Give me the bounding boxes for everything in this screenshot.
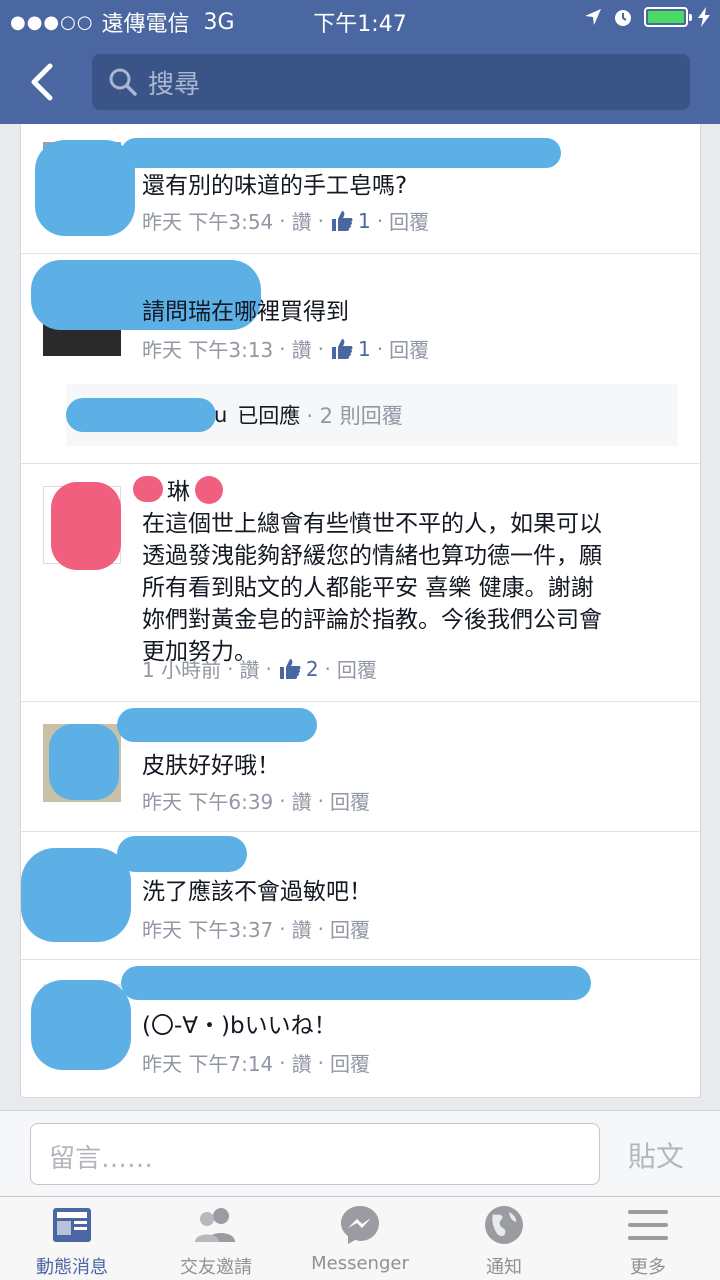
status-right [584,6,710,28]
tab-friend-requests[interactable]: 交友邀請 [144,1203,288,1279]
like-link[interactable]: 讚 [239,654,259,683]
redacted-name [117,708,317,742]
like-thumb-icon [332,210,353,231]
like-link[interactable]: 讚 [292,914,312,943]
comment-time: 1 小時前 [142,658,222,682]
tab-news-feed[interactable]: 動態消息 [0,1203,144,1279]
reply-link[interactable]: 回覆 [389,206,429,235]
redacted-name [133,476,163,502]
comment-time: 昨天 下午3:13 [142,338,274,362]
comment-item: (〇-∀・)bいいね！ 昨天 下午7:14 · 讚 · 回覆 [21,960,702,1098]
news-feed-icon [53,1208,91,1242]
friends-icon [195,1208,235,1242]
redacted-name [121,138,561,168]
redacted-name [121,966,591,1000]
comment-time: 昨天 下午3:37 [142,918,274,942]
author-name-fragment: 琳 [167,479,190,505]
comment-item: 琳 在這個世上總會有些憤世不平的人，如果可以 透過發洩能夠舒緩您的情緒也算功德一… [21,464,702,702]
location-arrow-icon [585,9,601,25]
comment-item: 還有別的味道的手工皂嗎? 昨天 下午3:54 · 讚 · 1 · 回覆 [21,124,702,254]
comment-text: 在這個世上總會有些憤世不平的人，如果可以 透過發洩能夠舒緩您的情緒也算功德一件，… [142,508,602,668]
comments-list: 還有別的味道的手工皂嗎? 昨天 下午3:54 · 讚 · 1 · 回覆 請問瑞在… [20,124,702,1098]
comment-text: 還有別的味道的手工皂嗎? [142,173,408,199]
redacted-avatar [21,848,131,942]
comment-compose-bar: 留言…… 貼文 [0,1110,720,1196]
redacted-avatar [35,140,135,236]
like-count: 2 [305,656,319,681]
reply-link[interactable]: 回覆 [337,654,377,683]
tab-label: 通知 [486,1257,522,1278]
view-replies-link[interactable]: u 已回應 · 2 則回覆 [66,384,678,446]
tab-messenger[interactable]: Messenger [288,1203,432,1274]
comment-line: 所有看到貼文的人都能平安 喜樂 健康。謝謝 [142,575,594,601]
comment-time: 昨天 下午3:54 [142,210,274,234]
charging-bolt-icon [698,7,710,27]
tab-label: 更多 [630,1257,666,1278]
messenger-icon [341,1206,379,1244]
reply-link[interactable]: 回覆 [330,786,370,815]
tab-more[interactable]: 更多 [576,1203,720,1279]
redacted-name [117,836,247,872]
like-link[interactable]: 讚 [292,206,312,235]
comment-text: 皮肤好好哦！ [142,753,280,779]
like-link[interactable]: 讚 [292,786,312,815]
tab-label: 動態消息 [36,1257,108,1278]
comment-text: 洗了應該不會過敏吧！ [142,879,372,905]
like-thumb-icon [332,338,353,359]
comment-line: 妳們對黃金皂的評論於指教。今後我們公司會 [142,607,602,633]
comment-item: 洗了應該不會過敏吧！ 昨天 下午3:37 · 讚 · 回覆 [21,832,702,960]
tab-notifications[interactable]: 通知 [432,1203,576,1279]
search-placeholder: 搜尋 [148,69,201,100]
tab-label: Messenger [311,1253,409,1274]
comment-time: 昨天 下午6:39 [142,790,274,814]
redacted-reply-author [66,398,216,432]
comment-input[interactable]: 留言…… [30,1123,600,1185]
redacted-avatar [31,980,131,1070]
search-icon [109,68,137,96]
reply-link[interactable]: 回覆 [330,1048,370,1077]
like-link[interactable]: 讚 [292,1048,312,1077]
comment-time: 昨天 下午7:14 [142,1052,274,1076]
battery-icon [644,7,692,27]
like-count: 1 [358,208,371,233]
redacted-name [195,476,223,504]
like-link[interactable]: 讚 [292,334,312,363]
menu-icon [628,1210,668,1240]
tab-bar: 動態消息 交友邀請 Messenger 通知 更多 [0,1196,720,1280]
alarm-clock-icon [615,10,631,26]
comment-line: 透過發洩能夠舒緩您的情緒也算功德一件，願 [142,543,602,569]
globe-icon [485,1206,523,1244]
search-input[interactable]: 搜尋 [92,54,690,110]
comment-item: 皮肤好好哦！ 昨天 下午6:39 · 讚 · 回覆 [21,702,702,832]
comment-line: 在這個世上總會有些憤世不平的人，如果可以 [142,511,602,537]
comment-meta: 昨天 下午3:37 · 讚 · 回覆 [142,914,370,943]
navigation-bar: 搜尋 [0,40,720,124]
redacted-avatar [49,724,119,800]
comment-text: (〇-∀・)bいいね！ [142,1013,337,1039]
comment-meta: 昨天 下午7:14 · 讚 · 回覆 [142,1048,370,1077]
replied-label: 已回應 [237,404,301,428]
reply-count: · 2 則回覆 [306,404,403,428]
comment-meta: 1 小時前 · 讚 · 2 · 回覆 [142,654,377,683]
comment-meta: 昨天 下午3:54 · 讚 · 1 · 回覆 [142,206,429,235]
comment-meta: 昨天 下午6:39 · 讚 · 回覆 [142,786,370,815]
comment-meta: 昨天 下午3:13 · 讚 · 1 · 回覆 [142,334,429,363]
reply-link[interactable]: 回覆 [330,914,370,943]
comment-text: 請問瑞在哪裡買得到 [142,299,349,325]
like-thumb-icon [279,658,301,679]
redacted-avatar [51,482,121,570]
like-count: 1 [358,336,371,361]
back-arrow-icon[interactable] [22,60,62,104]
tab-label: 交友邀請 [180,1257,252,1278]
post-button[interactable]: 貼文 [628,1135,684,1175]
status-bar: ●●●○○ 遠傳電信 3G 下午1:47 [0,0,720,40]
reply-link[interactable]: 回覆 [389,334,429,363]
